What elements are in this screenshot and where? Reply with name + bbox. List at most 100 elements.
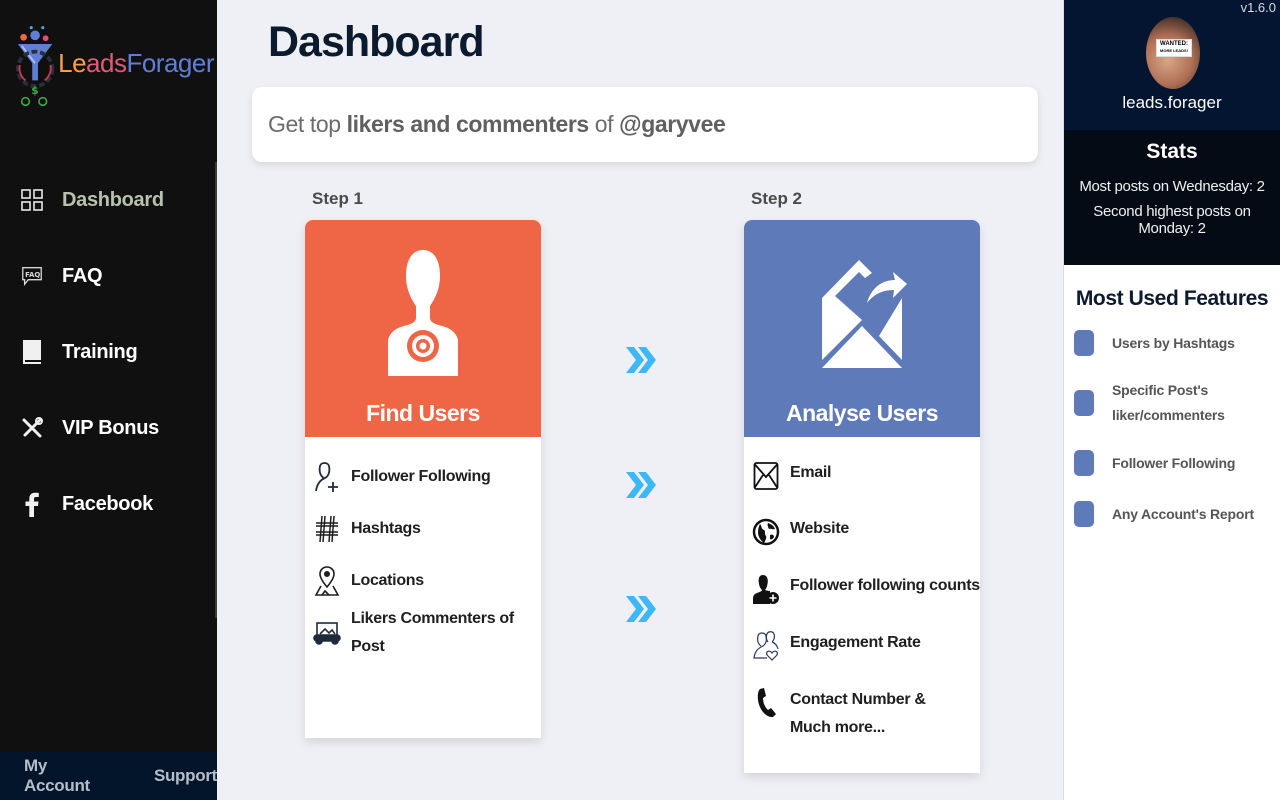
tools-icon	[20, 416, 44, 440]
step-item-label: Follower following counts	[790, 577, 980, 594]
target-person-icon	[388, 250, 458, 376]
find-users-item-hashtags[interactable]: Hashtags	[313, 503, 541, 555]
version-label: v1.6.0	[1240, 0, 1276, 15]
find-users-item-follower-following[interactable]: Follower Following	[313, 451, 541, 503]
analyse-users-header[interactable]: Analyse Users	[744, 220, 980, 437]
image-post-icon	[313, 616, 341, 650]
feature-item[interactable]: Users by Hashtags	[1064, 330, 1280, 356]
sidebar-item-faq[interactable]: FAQ FAQ	[0, 238, 217, 314]
sidebar-nav: Dashboard FAQ FAQ Training VIP Bonus Fac…	[0, 162, 217, 542]
sidebar-item-label: Dashboard	[62, 188, 164, 211]
page-title: Dashboard	[268, 18, 485, 66]
step-2-label: Step 2	[751, 189, 803, 208]
analyse-users-item-website[interactable]: Website	[752, 515, 980, 572]
funnel-logo-icon: $	[15, 26, 55, 107]
feature-bullet-icon	[1074, 330, 1094, 356]
analyse-users-item-follower-counts[interactable]: Follower following counts	[752, 572, 980, 629]
prompt-middle: of	[588, 111, 620, 137]
feature-bullet-icon	[1074, 450, 1094, 476]
prompt-bold: likers and commenters	[346, 111, 590, 137]
phone-icon	[752, 686, 780, 720]
analyse-users-list: Email Website Follower following counts …	[744, 437, 980, 742]
sidebar-item-label: VIP Bonus	[62, 416, 159, 439]
sidebar: $ LeadsForager Dashboard FAQ FAQ Trainin…	[0, 0, 217, 800]
avatar-sign-text: WANTED:	[1160, 41, 1188, 47]
step-2-card: Analyse Users Email Website Follower fol…	[744, 220, 980, 773]
prompt-handle: @garyvee	[619, 111, 726, 137]
feature-label: Follower Following	[1112, 454, 1236, 471]
support-link[interactable]: Support	[154, 766, 217, 786]
feature-item[interactable]: Specific Post's liker/commenters	[1064, 378, 1280, 428]
feature-bullet-icon	[1074, 501, 1094, 527]
step-1-card: Find Users Follower Following Hashtags L…	[305, 220, 541, 738]
prompt-card: Get top likers and commenters of @garyve…	[252, 87, 1038, 162]
feature-label: Any Account's Report	[1112, 505, 1254, 522]
feature-bullet-icon	[1074, 390, 1094, 416]
feature-label: Users by Hashtags	[1112, 334, 1235, 351]
svg-text:FAQ: FAQ	[25, 271, 40, 279]
open-envelope-arrow-icon	[822, 260, 907, 368]
step-item-label: Engagement Rate	[790, 634, 921, 651]
globe-icon	[752, 515, 780, 549]
sidebar-item-facebook[interactable]: Facebook	[0, 466, 217, 542]
find-users-title: Find Users	[366, 400, 480, 426]
features-title: Most Used Features	[1075, 287, 1269, 310]
stat-line: Second highest posts on Monday: 2	[1093, 203, 1251, 237]
analyse-users-title: Analyse Users	[785, 400, 939, 426]
feature-item[interactable]: Any Account's Report	[1064, 501, 1280, 527]
sidebar-item-label: Training	[62, 340, 138, 363]
my-account-link[interactable]: My Account	[24, 756, 113, 796]
grid-icon	[20, 188, 44, 212]
step-item-label: Likers Commenters of Post	[351, 610, 514, 655]
map-pin-icon	[313, 564, 341, 598]
logo-text-part: ads	[86, 47, 127, 78]
step-item-label: Locations	[351, 572, 424, 589]
avatar[interactable]: WANTED: MORE LEADS!	[1146, 17, 1200, 89]
user-plus-solid-icon	[752, 572, 780, 606]
double-chevron-right-icon	[626, 596, 656, 622]
envelope-icon	[752, 459, 780, 493]
profile-section: v1.6.0 WANTED: MORE LEADS! leads.forager	[1064, 0, 1280, 130]
logo-text: LeadsForager	[58, 48, 214, 79]
analyse-users-item-contact-number[interactable]: Contact Number & Much more...	[752, 686, 980, 742]
find-users-header[interactable]: Find Users	[305, 220, 541, 437]
prompt-prefix: Get top	[268, 111, 347, 137]
sidebar-item-label: Facebook	[62, 492, 153, 515]
avatar-sign-subtext: MORE LEADS!	[1160, 48, 1188, 53]
step-item-label: Contact Number & Much more...	[790, 691, 926, 736]
faq-chat-icon: FAQ	[20, 264, 44, 288]
svg-text:$: $	[31, 85, 38, 97]
step-1-label: Step 1	[312, 189, 364, 208]
users-heart-icon	[752, 629, 780, 663]
sidebar-scrollbar[interactable]	[215, 162, 217, 618]
most-used-features: Most Used Features Users by Hashtags Spe…	[1064, 265, 1280, 527]
sidebar-item-label: FAQ	[62, 264, 103, 287]
logo-text-part: Forager	[126, 47, 214, 78]
stats-title: Stats	[1146, 140, 1198, 163]
user-add-icon	[313, 460, 341, 494]
step-item-label: Follower Following	[351, 468, 491, 485]
facebook-icon	[20, 492, 44, 517]
feature-label: Specific Post's liker/commenters	[1112, 382, 1225, 423]
find-users-item-likers-commenters[interactable]: Likers Commenters of Post	[313, 607, 541, 659]
analyse-users-item-engagement-rate[interactable]: Engagement Rate	[752, 629, 980, 686]
logo[interactable]: $ LeadsForager	[14, 22, 214, 110]
sidebar-item-training[interactable]: Training	[0, 314, 217, 390]
sidebar-item-vip-bonus[interactable]: VIP Bonus	[0, 390, 217, 466]
right-panel: v1.6.0 WANTED: MORE LEADS! leads.forager…	[1063, 0, 1280, 800]
step-item-label: Email	[790, 464, 832, 481]
step-item-label: Hashtags	[351, 520, 421, 537]
feature-item[interactable]: Follower Following	[1064, 450, 1280, 476]
avatar-sign: WANTED: MORE LEADS!	[1156, 39, 1192, 57]
find-users-item-locations[interactable]: Locations	[313, 555, 541, 607]
logo-text-part: Le	[58, 47, 87, 78]
step-item-label: Website	[790, 520, 849, 537]
find-users-list: Follower Following Hashtags Locations Li…	[305, 437, 541, 659]
double-chevron-right-icon	[626, 472, 656, 498]
prompt-text: Get top likers and commenters of @garyve…	[268, 111, 726, 138]
sidebar-item-dashboard[interactable]: Dashboard	[0, 162, 217, 238]
hashtag-icon	[313, 512, 341, 546]
stats-section: Stats Most posts on Wednesday: 2 Second …	[1064, 130, 1280, 265]
analyse-users-item-email[interactable]: Email	[752, 459, 980, 515]
sidebar-footer: My Account Support	[0, 752, 217, 800]
